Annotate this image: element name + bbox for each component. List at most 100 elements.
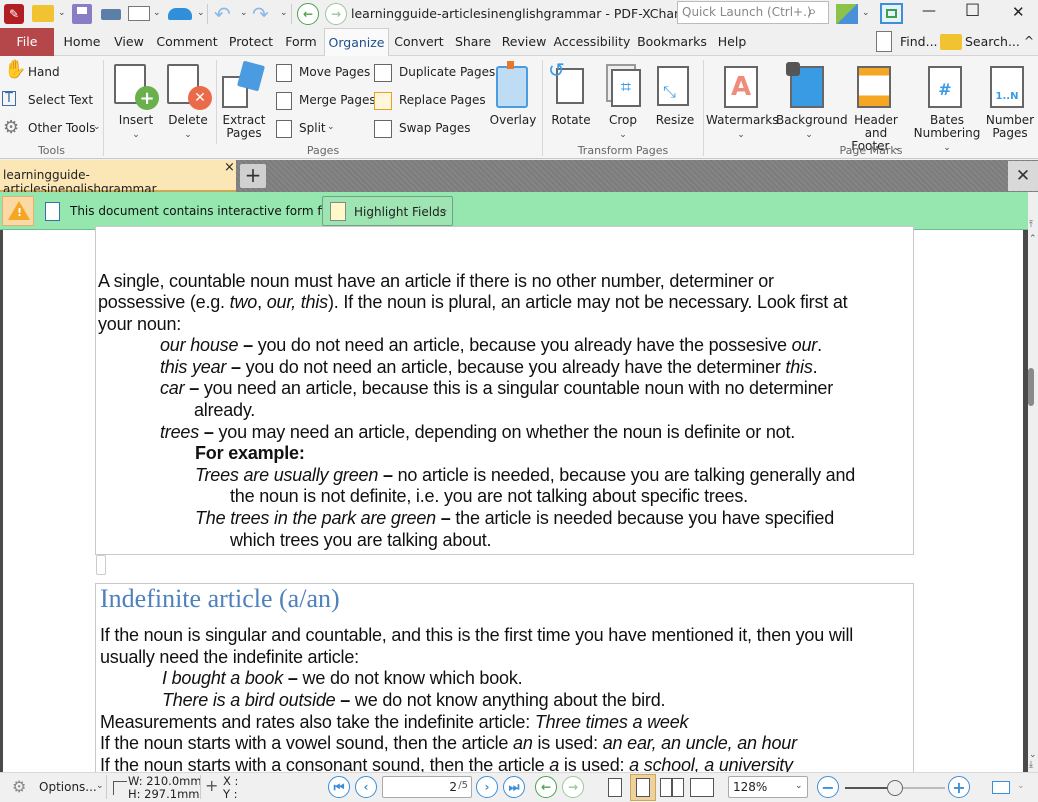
back-icon[interactable]: ← <box>297 3 319 25</box>
continuous-facing-view-icon[interactable] <box>690 778 714 797</box>
maximize-button[interactable]: ☐ <box>965 1 980 21</box>
collapse-ribbon-icon[interactable]: ^ <box>1024 34 1034 48</box>
continuous-view-button[interactable] <box>630 774 656 801</box>
scroll-bottom-icon[interactable]: ⤓ <box>1029 760 1033 770</box>
next-page-button[interactable]: › <box>476 776 498 798</box>
app-logo-icon[interactable]: ✎ <box>4 4 24 24</box>
bates-numbering-icon[interactable]: # <box>928 66 962 108</box>
scan-icon[interactable] <box>168 8 192 20</box>
overlay-icon[interactable] <box>496 66 528 108</box>
tab-view[interactable]: View <box>108 28 150 56</box>
highlight-fields-dropdown-icon[interactable]: ⌄ <box>441 205 449 215</box>
minimize-button[interactable]: — <box>922 3 936 19</box>
overlay-button[interactable]: Overlay <box>488 114 538 127</box>
next-view-button[interactable]: → <box>562 776 584 798</box>
select-text-button[interactable]: Select Text <box>28 90 93 110</box>
email-icon[interactable] <box>128 6 150 21</box>
tab-help[interactable]: Help <box>711 28 753 56</box>
document-tab[interactable]: learningguide-articlesinenglishgrammar × <box>0 160 236 196</box>
other-tools-dropdown-icon[interactable]: ⌄ <box>93 122 101 132</box>
scroll-thumb[interactable] <box>1028 368 1034 406</box>
email-dropdown-icon[interactable]: ⌄ <box>153 8 161 18</box>
tab-bookmarks[interactable]: Bookmarks <box>634 28 710 56</box>
open-folder-icon[interactable] <box>32 5 54 22</box>
crop-icon[interactable]: ⌗ <box>611 69 641 107</box>
zoom-slider-thumb[interactable] <box>887 780 903 796</box>
find-button[interactable]: Find... <box>900 34 938 49</box>
background-button[interactable]: Background ⌄ <box>776 114 848 142</box>
split-button[interactable]: Split <box>299 118 326 138</box>
watermarks-icon[interactable]: A <box>724 66 758 108</box>
redo-dropdown-icon[interactable]: ⌄ <box>280 8 288 18</box>
tab-home[interactable]: Home <box>57 28 107 56</box>
zoom-select[interactable]: 128% ⌄ <box>728 776 808 798</box>
vertical-scrollbar[interactable]: ⤒ ⌃ ⌄ ⤓ <box>1028 192 1038 772</box>
previous-view-button[interactable]: ← <box>535 776 557 798</box>
crop-button[interactable]: Crop ⌄ <box>598 114 648 142</box>
options-dropdown-icon[interactable]: ⌄ <box>96 781 104 791</box>
replace-pages-button[interactable]: Replace Pages <box>399 90 486 110</box>
fullscreen-icon[interactable] <box>880 3 903 24</box>
facing-view-icon[interactable] <box>660 778 684 797</box>
tab-comment[interactable]: Comment <box>151 28 223 56</box>
zoom-dropdown-icon[interactable]: ⌄ <box>795 781 803 791</box>
undo-icon[interactable]: ↶ <box>214 2 231 26</box>
scroll-down-icon[interactable]: ⌄ <box>1029 750 1037 760</box>
document-viewer[interactable]: A single, countable noun must have an ar… <box>0 226 1028 783</box>
resize-button[interactable]: Resize <box>650 114 700 127</box>
close-button[interactable]: ✕ <box>1012 3 1025 21</box>
tab-form[interactable]: Form <box>279 28 323 56</box>
previous-page-button[interactable]: ‹ <box>355 776 377 798</box>
scroll-top-icon[interactable]: ⤒ <box>1029 220 1033 230</box>
resize-icon[interactable]: ⤡ <box>657 66 689 106</box>
first-page-button[interactable]: ⏮ <box>328 776 350 798</box>
header-footer-icon[interactable] <box>857 66 891 108</box>
save-icon[interactable] <box>72 4 92 24</box>
close-all-tabs-button[interactable]: ✕ <box>1008 161 1038 191</box>
tab-file[interactable]: File <box>0 28 54 56</box>
swap-pages-button[interactable]: Swap Pages <box>399 118 471 138</box>
scroll-up-icon[interactable]: ⌃ <box>1029 234 1037 244</box>
document-tab-close-icon[interactable]: × <box>224 160 235 175</box>
customize-dropdown-icon[interactable]: ⌄ <box>862 8 870 18</box>
zoom-in-button[interactable]: + <box>948 776 970 798</box>
move-pages-button[interactable]: Move Pages <box>299 62 370 82</box>
tab-organize[interactable]: Organize <box>324 28 389 56</box>
delete-dropdown-icon[interactable]: ⌄ <box>184 130 192 140</box>
warning-button[interactable]: ! <box>2 196 34 226</box>
number-pages-icon[interactable]: 1..N <box>990 66 1024 108</box>
duplicate-pages-button[interactable]: Duplicate Pages <box>399 62 495 82</box>
merge-pages-button[interactable]: Merge Pages <box>299 90 376 110</box>
extract-pages-button[interactable]: Extract Pages <box>218 114 270 140</box>
single-page-view-icon[interactable] <box>608 778 622 797</box>
last-page-button[interactable]: ⏭ <box>503 776 525 798</box>
forward-icon[interactable]: → <box>325 3 347 25</box>
options-button[interactable]: Options... <box>39 780 97 794</box>
watermarks-button[interactable]: Watermarks ⌄ <box>706 114 778 142</box>
insert-dropdown-icon[interactable]: ⌄ <box>132 130 140 140</box>
search-folder-icon[interactable] <box>940 34 962 50</box>
watermarks-dropdown-icon[interactable]: ⌄ <box>737 130 745 140</box>
tab-share[interactable]: Share <box>449 28 497 56</box>
quick-launch-input[interactable]: Quick Launch (Ctrl+.) ⌕ <box>677 1 829 24</box>
zoom-out-button[interactable]: − <box>817 776 839 798</box>
redo-icon[interactable]: ↷ <box>252 2 269 26</box>
page-number-input[interactable]: 2 /5 <box>382 776 472 798</box>
zoom-slider-track[interactable] <box>845 780 945 796</box>
crop-dropdown-icon[interactable]: ⌄ <box>619 130 627 140</box>
new-tab-button[interactable]: + <box>240 164 266 188</box>
hand-tool-button[interactable]: Hand <box>28 62 60 82</box>
split-dropdown-icon[interactable]: ⌄ <box>327 122 335 132</box>
tab-protect[interactable]: Protect <box>224 28 278 56</box>
other-tools-button[interactable]: Other Tools <box>28 118 95 138</box>
customize-ui-icon[interactable] <box>836 4 858 24</box>
fit-view-dropdown-icon[interactable]: ⌄ <box>1017 781 1025 791</box>
find-icon[interactable] <box>876 31 892 52</box>
tab-review[interactable]: Review <box>498 28 550 56</box>
rotate-button[interactable]: Rotate <box>546 114 596 127</box>
print-icon[interactable] <box>100 4 122 24</box>
highlight-fields-button[interactable]: Highlight Fields ⌄ <box>322 196 453 226</box>
background-dropdown-icon[interactable]: ⌄ <box>805 130 813 140</box>
tab-accessibility[interactable]: Accessibility <box>551 28 633 56</box>
undo-dropdown-icon[interactable]: ⌄ <box>240 8 248 18</box>
